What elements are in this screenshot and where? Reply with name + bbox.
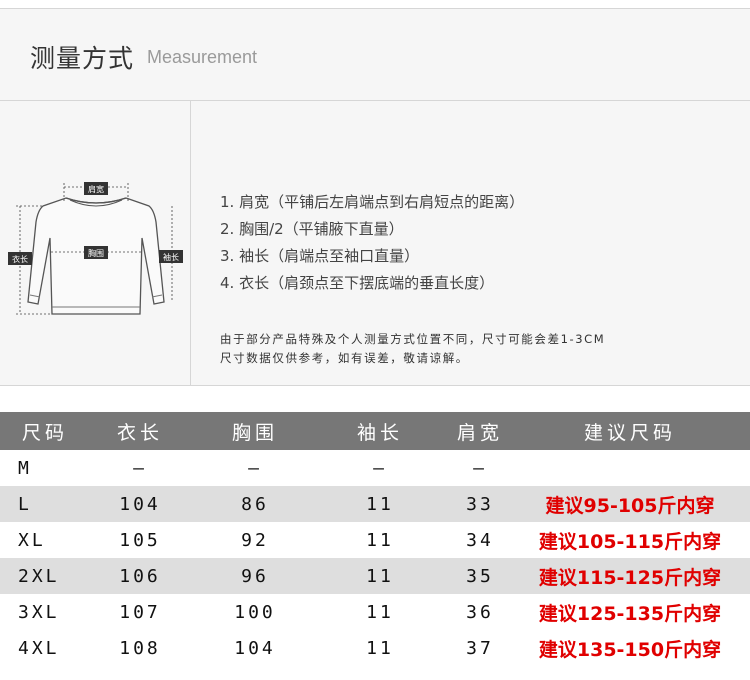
- shoulder-label: 肩宽: [88, 184, 104, 194]
- cell-chest: 86: [241, 493, 269, 515]
- heading-title-en: Measurement: [147, 47, 258, 67]
- measurement-steps: 1. 肩宽（平铺后左肩端点到右肩短点的距离） 2. 胸围/2（平铺腋下直量） 3…: [220, 189, 524, 297]
- cell-length: 105: [119, 529, 161, 551]
- cell-size: 4XL: [18, 637, 60, 659]
- cell-recommend: 建议115-125斤内穿: [538, 566, 722, 589]
- cell-size: L: [18, 493, 32, 515]
- step-shoulder: 1. 肩宽（平铺后左肩端点到右肩短点的距离）: [220, 193, 525, 211]
- cell-size: 3XL: [18, 601, 60, 623]
- cell-length: 106: [119, 565, 161, 587]
- table-row: 2XL 106 96 11 35 建议115-125斤内穿: [0, 558, 750, 594]
- header-shoulder: 肩宽: [456, 421, 503, 444]
- heading-title-cn: 测量方式: [30, 44, 135, 73]
- cell-sleeve: 11: [366, 601, 394, 623]
- table-row: M – – – –: [0, 450, 750, 486]
- cell-length: 108: [119, 637, 161, 659]
- table-row: 3XL 107 100 11 36 建议125-135斤内穿: [0, 594, 750, 630]
- header-recommend: 建议尺码: [583, 421, 676, 444]
- cell-sleeve: –: [373, 457, 387, 479]
- length-label: 衣长: [12, 254, 28, 264]
- cell-sleeve: 11: [366, 565, 394, 587]
- table-row: L 104 86 11 33 建议95-105斤内穿: [0, 486, 750, 522]
- cell-chest: 100: [234, 601, 276, 623]
- cell-chest: 92: [241, 529, 269, 551]
- size-table: 尺码 衣长 胸围 袖长 肩宽 建议尺码 M – – – – L 104 86 1…: [0, 412, 750, 666]
- disclaimer-note: 由于部分产品特殊及个人测量方式位置不同，尺寸可能会差1-3CM 尺寸数据仅供参考…: [220, 330, 605, 368]
- cell-chest: –: [248, 457, 262, 479]
- cell-sleeve: 11: [366, 529, 394, 551]
- chest-label: 胸围: [88, 248, 104, 258]
- divider: [190, 101, 191, 386]
- section-heading: 测量方式 Measurement: [0, 9, 750, 101]
- step-length: 4. 衣长（肩颈点至下摆底端的垂直长度）: [220, 274, 495, 292]
- cell-shoulder: 36: [466, 601, 494, 623]
- cell-shoulder: 33: [466, 493, 494, 515]
- note-line-2: 尺寸数据仅供参考，如有误差，敬请谅解。: [220, 351, 469, 365]
- cell-length: 104: [119, 493, 161, 515]
- header-size: 尺码: [22, 421, 69, 444]
- cell-recommend: [525, 450, 735, 486]
- cell-recommend: 建议95-105斤内穿: [545, 494, 715, 517]
- cell-recommend: 建议125-135斤内穿: [538, 602, 722, 625]
- step-sleeve: 3. 袖长（肩端点至袖口直量）: [220, 247, 420, 265]
- measurement-panel: 测量方式 Measurement 肩宽 胸围 衣长 袖长 1. 肩宽（平铺后左肩…: [0, 8, 750, 386]
- cell-chest: 104: [234, 637, 276, 659]
- cell-size: XL: [18, 529, 46, 551]
- table-header-row: 尺码 衣长 胸围 袖长 肩宽 建议尺码: [0, 412, 750, 450]
- cell-size: M: [18, 457, 32, 479]
- cell-sleeve: 11: [366, 637, 394, 659]
- header-sleeve: 袖长: [356, 421, 403, 444]
- cell-shoulder: –: [473, 457, 487, 479]
- note-line-1: 由于部分产品特殊及个人测量方式位置不同，尺寸可能会差1-3CM: [220, 332, 606, 346]
- cell-recommend: 建议105-115斤内穿: [538, 530, 722, 553]
- cell-chest: 96: [241, 565, 269, 587]
- cell-shoulder: 34: [466, 529, 494, 551]
- cell-length: 107: [119, 601, 161, 623]
- table-row: 4XL 108 104 11 37 建议135-150斤内穿: [0, 630, 750, 666]
- table-row: XL 105 92 11 34 建议105-115斤内穿: [0, 522, 750, 558]
- cell-length: –: [133, 457, 147, 479]
- sleeve-label: 袖长: [163, 252, 179, 262]
- cell-size: 2XL: [18, 565, 60, 587]
- cell-recommend: 建议135-150斤内穿: [538, 638, 722, 661]
- cell-shoulder: 35: [466, 565, 494, 587]
- header-length: 衣长: [116, 421, 163, 444]
- sweater-measurement-diagram: 肩宽 胸围 衣长 袖长: [8, 182, 183, 315]
- cell-shoulder: 37: [466, 637, 494, 659]
- step-chest: 2. 胸围/2（平铺腋下直量）: [220, 220, 404, 238]
- header-chest: 胸围: [231, 421, 278, 444]
- cell-sleeve: 11: [366, 493, 394, 515]
